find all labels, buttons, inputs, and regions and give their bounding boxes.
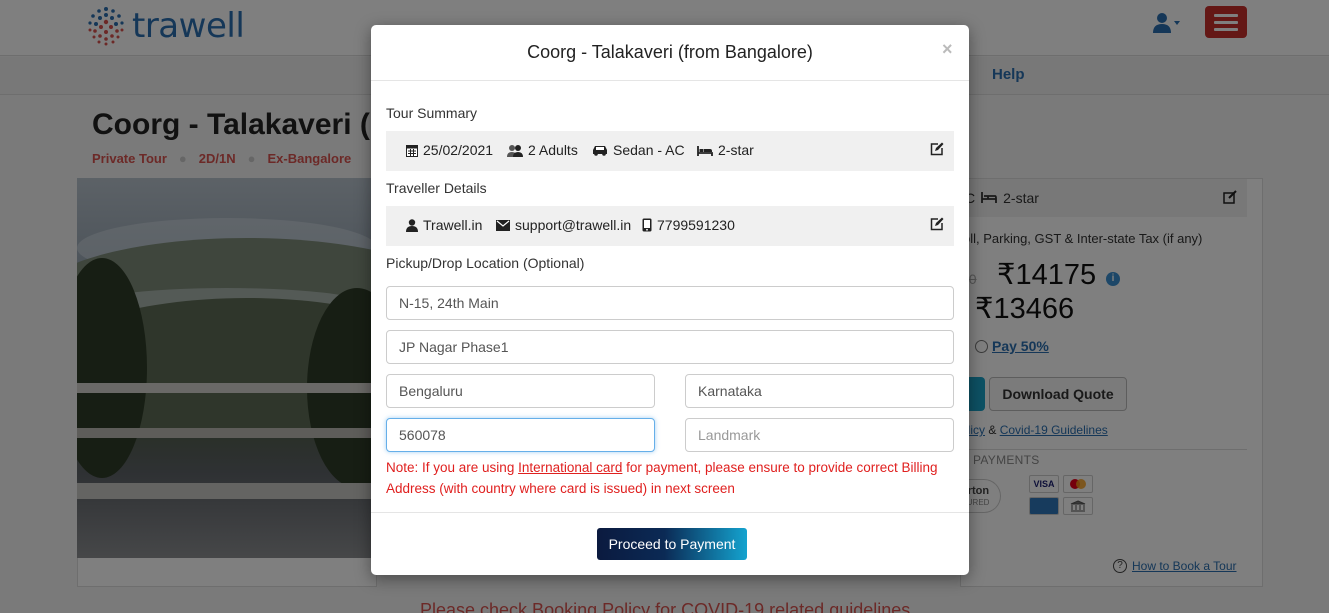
summary-date: 25/02/2021 (406, 142, 493, 158)
traveller-name-value: Trawell.in (423, 217, 483, 233)
users-icon (507, 144, 523, 157)
state-input[interactable] (685, 374, 954, 408)
billing-note: Note: If you are using International car… (386, 457, 954, 499)
tour-summary-label: Tour Summary (386, 105, 478, 121)
bed-icon (697, 145, 713, 156)
traveller-email: support@trawell.in (496, 217, 631, 233)
modal-footer: Proceed to Payment (371, 512, 969, 575)
address-line2-input[interactable] (386, 330, 954, 364)
traveller-details-label: Traveller Details (386, 180, 487, 196)
booking-modal: Coorg - Talakaveri (from Bangalore) × To… (371, 25, 969, 575)
note-prefix: Note: If you are using (386, 460, 519, 475)
phone-icon (642, 218, 652, 232)
modal-title: Coorg - Talakaveri (from Bangalore) (527, 42, 813, 62)
pincode-input[interactable] (386, 418, 655, 452)
calendar-icon (406, 144, 418, 157)
modal-header: Coorg - Talakaveri (from Bangalore) × (371, 25, 969, 81)
summary-vehicle: Sedan - AC (592, 142, 685, 158)
tour-summary-box: 25/02/2021 2 Adults Sedan - AC 2-star (386, 131, 954, 171)
traveller-name: Trawell.in (406, 217, 482, 233)
proceed-to-payment-button[interactable]: Proceed to Payment (597, 528, 747, 560)
traveller-email-value: support@trawell.in (515, 217, 632, 233)
city-input[interactable] (386, 374, 655, 408)
edit-tour-summary-icon[interactable] (930, 142, 944, 156)
summary-adults-value: 2 Adults (528, 142, 578, 158)
summary-hotel: 2-star (697, 142, 754, 158)
international-card-link[interactable]: International card (518, 460, 622, 475)
address-line1-input[interactable] (386, 286, 954, 320)
summary-adults: 2 Adults (507, 142, 578, 158)
landmark-input[interactable] (685, 418, 954, 452)
summary-date-value: 25/02/2021 (423, 142, 494, 158)
traveller-phone: 7799591230 (642, 217, 735, 233)
traveller-details-box: Trawell.in support@trawell.in 7799591230 (386, 206, 954, 246)
pickup-drop-label: Pickup/Drop Location (Optional) (386, 255, 585, 271)
close-icon[interactable]: × (942, 39, 953, 60)
summary-hotel-value: 2-star (718, 142, 754, 158)
envelope-icon (496, 219, 510, 231)
summary-vehicle-value: Sedan - AC (613, 142, 685, 158)
user-icon (406, 218, 418, 232)
car-icon (593, 146, 607, 156)
edit-traveller-icon[interactable] (930, 217, 944, 231)
traveller-phone-value: 7799591230 (657, 217, 735, 233)
